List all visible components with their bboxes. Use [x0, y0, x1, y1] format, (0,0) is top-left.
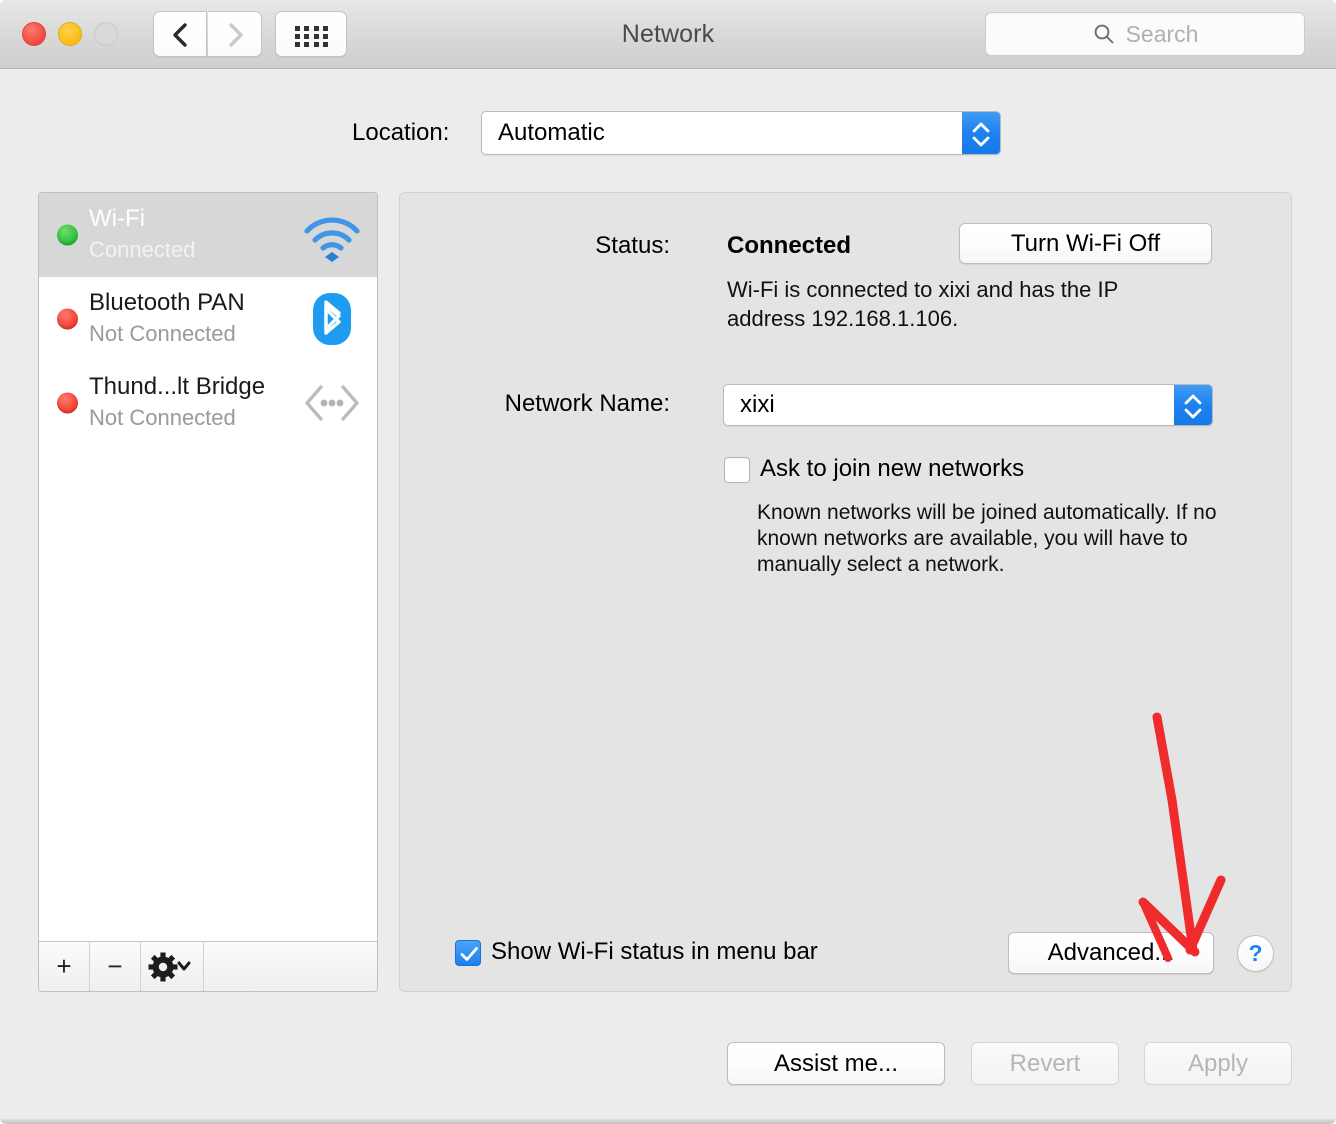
- checkmark-icon: [456, 941, 482, 967]
- minus-icon: −: [90, 942, 140, 991]
- ask-to-join-label: Ask to join new networks: [760, 455, 1024, 483]
- show-wifi-status-checkbox[interactable]: [455, 940, 481, 966]
- network-services-sidebar: Wi-Fi Connected Bluetooth PAN Not Connec…: [38, 192, 378, 992]
- window-bottom-edge: [0, 1119, 1336, 1124]
- sidebar-item-bluetooth-pan[interactable]: Bluetooth PAN Not Connected: [39, 277, 377, 361]
- assist-me-button[interactable]: Assist me...: [727, 1042, 945, 1085]
- search-icon: [1092, 22, 1116, 46]
- status-description: Wi-Fi is connected to xixi and has the I…: [727, 275, 1167, 333]
- network-name-popup-button[interactable]: xixi: [723, 384, 1213, 426]
- network-name-value: xixi: [740, 391, 775, 419]
- window-titlebar: Network Search: [0, 0, 1336, 69]
- sidebar-item-thunderbolt-bridge[interactable]: Thund...lt Bridge Not Connected: [39, 361, 377, 445]
- sidebar-toolbar-spacer: [204, 942, 377, 991]
- ask-to-join-description: Known networks will be joined automatica…: [757, 500, 1217, 578]
- sidebar-item-label: Thund...lt Bridge: [89, 373, 265, 401]
- network-preferences-window: Network Search Location: Automatic: [0, 0, 1336, 1124]
- sidebar-item-label: Bluetooth PAN: [89, 289, 245, 317]
- advanced-button[interactable]: Advanced...: [1008, 932, 1214, 974]
- search-field[interactable]: Search: [985, 12, 1305, 56]
- status-dot-disconnected-icon: [57, 309, 78, 330]
- sidebar-item-label: Wi-Fi: [89, 205, 145, 233]
- status-label: Status:: [470, 232, 670, 260]
- chevron-updown-icon: [962, 112, 1000, 156]
- turn-wifi-off-button[interactable]: Turn Wi-Fi Off: [959, 223, 1212, 264]
- help-button[interactable]: ?: [1237, 935, 1274, 972]
- wifi-icon: [299, 205, 365, 265]
- sidebar-toolbar: + −: [39, 941, 377, 991]
- sidebar-item-wifi[interactable]: Wi-Fi Connected: [39, 193, 377, 277]
- location-popup-button[interactable]: Automatic: [481, 111, 1001, 155]
- sidebar-item-state: Not Connected: [89, 405, 236, 431]
- thunderbolt-bridge-icon: [299, 373, 365, 433]
- status-value: Connected: [727, 232, 851, 260]
- location-value: Automatic: [498, 119, 605, 147]
- status-dot-disconnected-icon: [57, 393, 78, 414]
- location-stepper[interactable]: [962, 112, 1000, 154]
- sidebar-item-state: Not Connected: [89, 321, 236, 347]
- show-wifi-status-label: Show Wi-Fi status in menu bar: [491, 938, 818, 966]
- chevron-down-icon: [179, 963, 189, 969]
- sidebar-item-state: Connected: [89, 237, 195, 263]
- remove-service-button[interactable]: −: [90, 942, 141, 991]
- network-name-stepper[interactable]: [1174, 385, 1212, 425]
- bluetooth-icon: [299, 289, 365, 349]
- status-dot-connected-icon: [57, 225, 78, 246]
- location-label: Location:: [352, 119, 449, 147]
- gear-icon: [141, 942, 203, 991]
- service-actions-button[interactable]: [141, 942, 204, 991]
- ask-to-join-checkbox[interactable]: [724, 457, 750, 483]
- revert-button: Revert: [971, 1042, 1119, 1085]
- chevron-updown-icon: [1174, 385, 1212, 427]
- plus-icon: +: [39, 942, 89, 991]
- add-service-button[interactable]: +: [39, 942, 90, 991]
- search-input[interactable]: Search: [1126, 21, 1199, 48]
- network-name-label: Network Name:: [370, 390, 670, 418]
- apply-button: Apply: [1144, 1042, 1292, 1085]
- network-services-list: Wi-Fi Connected Bluetooth PAN Not Connec…: [39, 193, 377, 942]
